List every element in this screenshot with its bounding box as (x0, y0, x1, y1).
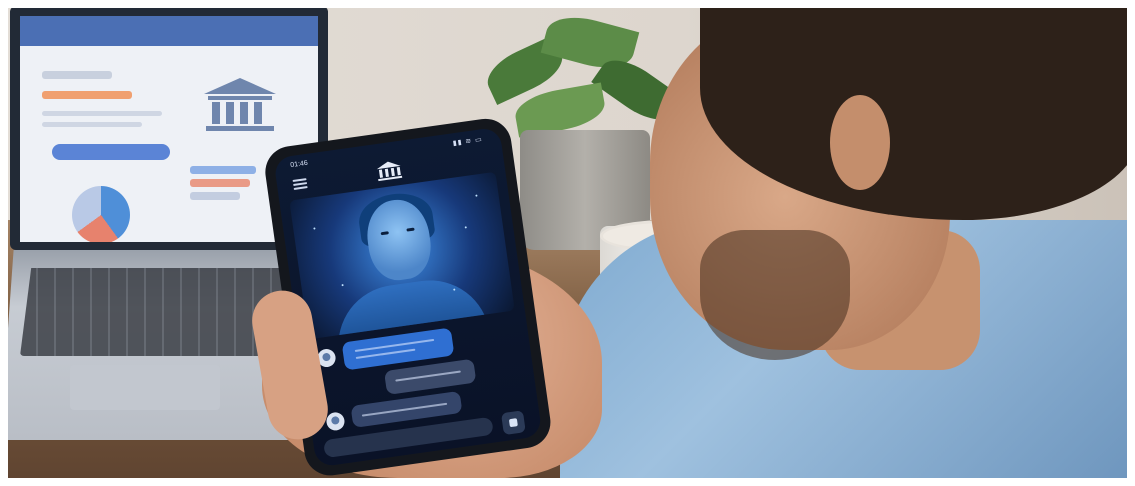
dashboard-bar (190, 179, 250, 187)
dashboard-button-blur (52, 144, 170, 160)
laptop-trackpad (70, 365, 220, 410)
ai-avatar-shoulders (330, 272, 490, 340)
message-line (361, 402, 448, 417)
sparkle (464, 226, 467, 229)
hamburger-menu-icon[interactable] (292, 178, 308, 190)
dashboard-title-blur (42, 71, 112, 79)
photo-scene: 01:46 ▮▮ ≋ ▭ (0, 0, 1135, 486)
beard (700, 230, 850, 360)
ai-assistant-avatar (289, 171, 515, 340)
dashboard-bar (190, 166, 256, 174)
status-icons: ▮▮ ≋ ▭ (452, 136, 484, 148)
send-icon[interactable] (500, 410, 526, 436)
chat-bubble-user (383, 358, 477, 395)
sparkle (313, 227, 316, 230)
status-time: 01:46 (289, 159, 309, 170)
dashboard-subtitle-blur (42, 91, 132, 99)
message-line (395, 370, 461, 382)
dashboard-text-line (42, 111, 162, 116)
dashboard-bar (190, 192, 240, 200)
dashboard-bars (190, 166, 260, 206)
bank-building-icon (204, 78, 276, 131)
dashboard-text-line (42, 122, 142, 127)
message-line (354, 338, 435, 353)
bank-building-icon (376, 161, 403, 182)
sparkle (475, 194, 478, 197)
ear (830, 95, 890, 190)
sparkle (341, 283, 344, 287)
user-avatar-icon (325, 411, 346, 432)
dashboard-topbar (20, 16, 318, 46)
pie-chart-graphic (72, 186, 130, 242)
